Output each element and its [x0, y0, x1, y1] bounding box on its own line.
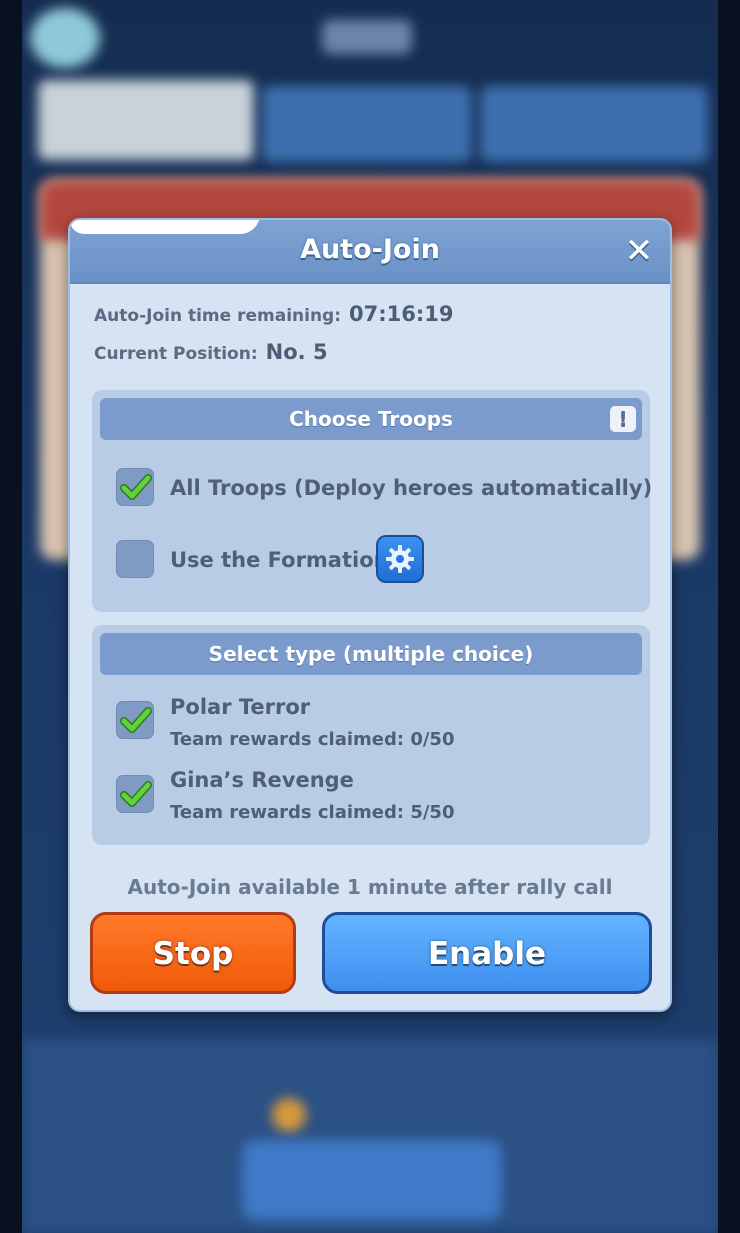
- select-type-header: Select type (multiple choice): [100, 633, 642, 675]
- close-icon[interactable]: ✕: [622, 234, 656, 268]
- background-coin-icon: [272, 1098, 306, 1132]
- time-remaining-value: 07:16:19: [349, 302, 454, 326]
- checkmark-icon: [120, 474, 152, 500]
- choose-troops-header: Choose Troops !: [100, 398, 642, 440]
- choose-troops-title: Choose Troops: [289, 407, 453, 431]
- use-formation-checkbox[interactable]: [116, 540, 154, 578]
- time-remaining-row: Auto-Join time remaining: 07:16:19: [94, 302, 453, 326]
- polar-terror-rewards: Team rewards claimed: 0/50: [170, 729, 455, 750]
- all-troops-checkbox[interactable]: [116, 468, 154, 506]
- dialog-title: Auto-Join: [300, 234, 440, 265]
- background-tab: [262, 86, 472, 162]
- current-position-row: Current Position: No. 5: [94, 340, 328, 364]
- select-type-panel: Select type (multiple choice) Polar Terr…: [92, 625, 650, 845]
- gear-icon: [386, 545, 414, 573]
- auto-join-note: Auto-Join available 1 minute after rally…: [127, 875, 613, 899]
- auto-join-dialog: Auto-Join ✕ Auto-Join time remaining: 07:…: [68, 218, 672, 1012]
- polar-terror-checkbox[interactable]: [116, 701, 154, 739]
- background-title: [322, 20, 412, 54]
- current-position-value: No. 5: [265, 340, 328, 364]
- ginas-revenge-rewards: Team rewards claimed: 5/50: [170, 802, 455, 823]
- current-position-label: Current Position:: [94, 344, 258, 364]
- background-avatar: [30, 8, 100, 68]
- choose-troops-panel: Choose Troops ! All Troops (Deploy heroe…: [92, 390, 653, 612]
- ginas-revenge-label: Gina’s Revenge: [170, 768, 354, 792]
- stop-button[interactable]: Stop: [90, 912, 296, 994]
- formation-settings-button[interactable]: [376, 535, 424, 583]
- dialog-header: Auto-Join ✕: [70, 220, 670, 284]
- background-tab: [38, 80, 254, 160]
- all-troops-label: All Troops (Deploy heroes automatically): [170, 476, 653, 500]
- info-icon[interactable]: !: [610, 406, 636, 432]
- time-remaining-label: Auto-Join time remaining:: [94, 306, 342, 326]
- use-formation-label: Use the Formation: [170, 548, 389, 572]
- enable-button[interactable]: Enable: [322, 912, 652, 994]
- ginas-revenge-checkbox[interactable]: [116, 775, 154, 813]
- background-button: [242, 1140, 502, 1220]
- checkmark-icon: [120, 707, 152, 733]
- checkmark-icon: [120, 781, 152, 807]
- polar-terror-label: Polar Terror: [170, 695, 311, 719]
- background-tab: [480, 86, 708, 162]
